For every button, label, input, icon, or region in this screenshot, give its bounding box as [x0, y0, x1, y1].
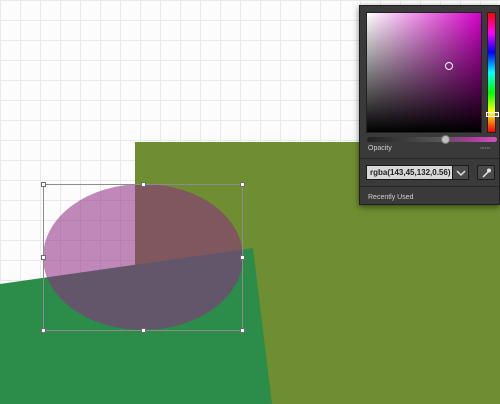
- resize-handle-middle-left[interactable]: [41, 255, 46, 260]
- resize-handle-bottom-middle[interactable]: [141, 328, 146, 333]
- resize-handle-bottom-right[interactable]: [240, 328, 245, 333]
- resize-handle-top-right[interactable]: [240, 182, 245, 187]
- color-format-dropdown[interactable]: [452, 165, 469, 180]
- opacity-slider-thumb[interactable]: [441, 135, 450, 144]
- hue-slider-thumb[interactable]: [486, 112, 499, 117]
- opacity-scale-label: ᵀᴿᴬᴺˢ: [480, 146, 491, 151]
- opacity-slider[interactable]: [367, 135, 497, 144]
- divider: [360, 158, 499, 159]
- eyedropper-icon: [482, 168, 491, 178]
- resize-handle-middle-right[interactable]: [240, 255, 245, 260]
- resize-handle-top-middle[interactable]: [141, 182, 146, 187]
- color-picker-panel: Opacity ᵀᴿᴬᴺˢ rgba(143,45,132,0.56) Rece…: [359, 5, 500, 205]
- opacity-label: Opacity: [368, 145, 392, 152]
- color-cursor[interactable]: [445, 62, 453, 70]
- resize-handle-bottom-left[interactable]: [41, 328, 46, 333]
- eyedropper-button[interactable]: [477, 165, 495, 180]
- hue-slider[interactable]: [486, 12, 499, 133]
- saturation-value-field[interactable]: [366, 12, 482, 133]
- divider: [360, 186, 499, 187]
- recently-used-label: Recently Used: [368, 194, 414, 201]
- chevron-down-icon: [456, 170, 466, 177]
- resize-handle-top-left[interactable]: [41, 182, 46, 187]
- selection-bounding-box: [43, 184, 243, 331]
